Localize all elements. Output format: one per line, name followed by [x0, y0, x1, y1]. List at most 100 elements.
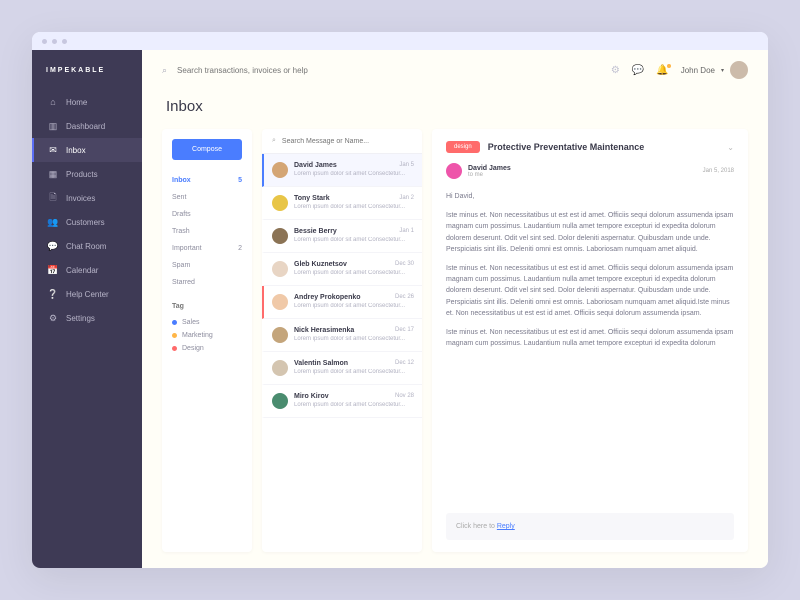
nav-label: Products	[66, 170, 98, 179]
message-sender: David James	[294, 162, 414, 169]
chat-icon: 💬	[48, 241, 58, 251]
message-search-input[interactable]	[282, 138, 412, 145]
nav-item-invoices[interactable]: 🗎 Invoices	[32, 186, 142, 210]
avatar	[272, 360, 288, 376]
cal-icon: 📅	[48, 265, 58, 275]
nav-label: Dashboard	[66, 122, 105, 131]
tag-design[interactable]: Design	[172, 342, 242, 355]
topbar: ⌕ ⚙ 💬 🔔 John Doe ▾	[142, 50, 768, 90]
global-search-input[interactable]	[177, 66, 601, 75]
nav-label: Customers	[66, 218, 105, 227]
nav-label: Chat Room	[66, 242, 106, 251]
message-preview: Lorem ipsum dolor sit amet Consectetur..…	[294, 204, 414, 210]
nav-label: Invoices	[66, 194, 95, 203]
gear-icon: ⚙	[48, 313, 58, 323]
reader-panel: design Protective Preventative Maintenan…	[432, 129, 748, 552]
folder-drafts[interactable]: Drafts	[172, 206, 242, 223]
message-date: Dec 12	[395, 360, 414, 366]
nav-item-dashboard[interactable]: ▥ Dashboard	[32, 114, 142, 138]
nav-label: Home	[66, 98, 87, 107]
home-icon: ⌂	[48, 97, 58, 107]
message-preview: Lorem ipsum dolor sit amet Consectetur..…	[294, 402, 414, 408]
message-date: Jan 1	[399, 228, 414, 234]
folder-sent[interactable]: Sent	[172, 189, 242, 206]
message-date: Dec 17	[395, 327, 414, 333]
avatar	[272, 195, 288, 211]
nav-label: Help Center	[66, 290, 109, 299]
message-preview: Lorem ipsum dolor sit amet Consectetur..…	[294, 237, 414, 243]
nav-item-calendar[interactable]: 📅 Calendar	[32, 258, 142, 282]
search-icon: ⌕	[162, 65, 167, 76]
compose-button[interactable]: Compose	[172, 139, 242, 160]
nav-item-help-center[interactable]: ❔ Help Center	[32, 282, 142, 306]
users-icon: 👥	[48, 217, 58, 227]
avatar	[272, 261, 288, 277]
doc-icon: 🗎	[48, 193, 58, 203]
message-date: Jan 5	[399, 162, 414, 168]
folder-starred[interactable]: Starred	[172, 274, 242, 291]
nav-item-home[interactable]: ⌂ Home	[32, 90, 142, 114]
bars-icon: ▥	[48, 121, 58, 131]
sender-avatar	[446, 163, 462, 179]
message-preview: Lorem ipsum dolor sit amet Consectetur..…	[294, 369, 414, 375]
message-item[interactable]: Bessie Berry Lorem ipsum dolor sit amet C…	[262, 220, 422, 253]
email-subject: Protective Preventative Maintenance	[488, 142, 720, 152]
folder-trash[interactable]: Trash	[172, 223, 242, 240]
nav-label: Settings	[66, 314, 95, 323]
folder-inbox[interactable]: Inbox5	[172, 172, 242, 189]
chat-icon[interactable]: 💬	[632, 65, 644, 76]
message-item[interactable]: Andrey ProkopenkoLorem ipsum dolor sit a…	[262, 286, 422, 319]
grid-icon: ▦	[48, 169, 58, 179]
chevron-down-icon[interactable]: ⌄	[727, 143, 734, 152]
message-date: Dec 26	[395, 294, 414, 300]
reply-link[interactable]: Reply	[497, 523, 515, 530]
folder-important[interactable]: Important2	[172, 240, 242, 257]
message-item[interactable]: Tony Stark Lorem ipsum dolor sit amet Con…	[262, 187, 422, 220]
avatar	[272, 393, 288, 409]
nav-label: Inbox	[66, 146, 86, 155]
folder-spam[interactable]: Spam	[172, 257, 242, 274]
message-item[interactable]: Gleb KuznetsovLorem ipsum dolor sit amet…	[262, 253, 422, 286]
message-item[interactable]: Nick HerasimenkaLorem ipsum dolor sit am…	[262, 319, 422, 352]
nav-item-inbox[interactable]: ✉Inbox	[32, 138, 142, 162]
nav-item-settings[interactable]: ⚙ Settings	[32, 306, 142, 330]
reply-box[interactable]: Click here to Reply	[446, 513, 734, 540]
tag-dot-icon	[172, 333, 177, 338]
sidebar: IMPEKABLE ⌂ Home ▥ Dashboard ✉Inbox ▦ Products…	[32, 50, 142, 568]
email-body: Hi David, Iste minus et. Non necessitati…	[446, 191, 734, 357]
nav-item-chat-room[interactable]: 💬 Chat Room	[32, 234, 142, 258]
message-preview: Lorem ipsum dolor sit amet Consectetur..…	[294, 336, 414, 342]
chevron-down-icon: ▾	[721, 67, 724, 74]
tag-sales[interactable]: Sales	[172, 316, 242, 329]
tag-marketing[interactable]: Marketing	[172, 329, 242, 342]
avatar	[272, 228, 288, 244]
category-badge: design	[446, 141, 480, 153]
message-preview: Lorem ipsum dolor sit amet Consectetur..…	[294, 303, 414, 309]
nav-item-customers[interactable]: 👥 Customers	[32, 210, 142, 234]
avatar	[272, 294, 288, 310]
message-item[interactable]: David JamesLorem ipsum dolor sit amet Co…	[262, 154, 422, 187]
nav-item-products[interactable]: ▦ Products	[32, 162, 142, 186]
page-title: Inbox	[142, 90, 768, 129]
message-sender: Tony Stark	[294, 195, 414, 202]
brand-logo: IMPEKABLE	[32, 50, 142, 90]
nav-label: Calendar	[66, 266, 98, 275]
message-date: Jan 2	[399, 195, 414, 201]
user-name: John Doe	[681, 66, 715, 75]
search-icon: ⌕	[272, 137, 276, 145]
message-item[interactable]: Miro KirovLorem ipsum dolor sit amet Con…	[262, 385, 422, 418]
help-icon: ❔	[48, 289, 58, 299]
message-sender: Bessie Berry	[294, 228, 414, 235]
message-item[interactable]: Valentin SalmonLorem ipsum dolor sit ame…	[262, 352, 422, 385]
notifications-icon[interactable]: 🔔	[656, 65, 668, 76]
message-list-panel: ⌕ David JamesLorem ipsum dolor sit amet …	[262, 129, 422, 552]
window-titlebar	[32, 32, 768, 50]
user-menu[interactable]: John Doe ▾	[681, 61, 748, 79]
tag-dot-icon	[172, 346, 177, 351]
folders-panel: Compose Inbox5SentDraftsTrashImportant2S…	[162, 129, 252, 552]
message-date: Nov 28	[395, 393, 414, 399]
settings-icon[interactable]: ⚙	[611, 65, 620, 76]
sender-name: David James	[468, 165, 511, 172]
message-preview: Lorem ipsum dolor sit amet Consectetur..…	[294, 270, 414, 276]
user-avatar	[730, 61, 748, 79]
